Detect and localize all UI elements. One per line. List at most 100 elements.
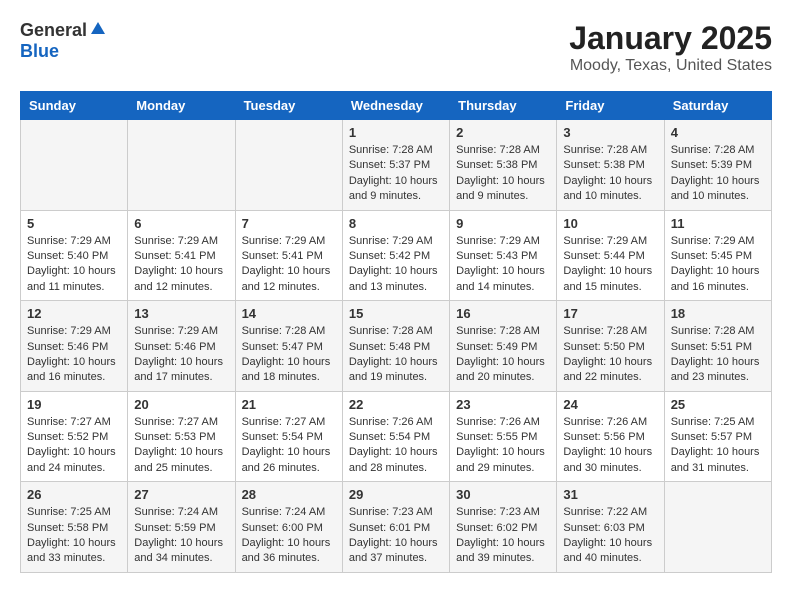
day-number: 5 [27, 216, 121, 231]
day-cell [664, 482, 771, 573]
day-cell: 17Sunrise: 7:28 AM Sunset: 5:50 PM Dayli… [557, 301, 664, 392]
weekday-header-wednesday: Wednesday [342, 92, 449, 120]
day-cell: 29 Sunrise: 7:23 AM Sunset: 6:01 PM Dayli… [342, 482, 449, 573]
day-number: 18 [671, 306, 765, 321]
day-number: 31 [563, 487, 657, 502]
day-cell: 9 Sunrise: 7:29 AM Sunset: 5:43 PM Daylig… [450, 210, 557, 301]
day-cell: 6Sunrise: 7:29 AM Sunset: 5:41 PM Daylig… [128, 210, 235, 301]
day-cell: 19 Sunrise: 7:27 AM Sunset: 5:52 PM Dayli… [21, 391, 128, 482]
weekday-header-tuesday: Tuesday [235, 92, 342, 120]
day-cell: 25Sunrise: 7:25 AM Sunset: 5:57 PM Dayli… [664, 391, 771, 482]
day-info: Sunrise: 7:29 AM Sunset: 5:41 PM Dayligh… [134, 234, 228, 296]
day-info: Sunrise: 7:27 AM Sunset: 5:52 PM Dayligh… [27, 415, 121, 477]
day-cell: 21Sunrise: 7:27 AM Sunset: 5:54 PM Dayli… [235, 391, 342, 482]
day-info: Sunrise: 7:29 AM Sunset: 5:40 PM Dayligh… [27, 234, 121, 296]
day-cell: 26 Sunrise: 7:25 AM Sunset: 5:58 PM Dayli… [21, 482, 128, 573]
calendar-table: SundayMondayTuesdayWednesdayThursdayFrid… [20, 91, 772, 573]
week-row-1: 1 Sunrise: 7:28 AM Sunset: 5:37 PM Daylig… [21, 120, 772, 211]
calendar-title: January 2025 [569, 20, 772, 57]
day-number: 19 [27, 397, 121, 412]
weekday-header-sunday: Sunday [21, 92, 128, 120]
day-info: Sunrise: 7:28 AM Sunset: 5:49 PM Dayligh… [456, 324, 550, 386]
day-info: Sunrise: 7:29 AM Sunset: 5:43 PM Dayligh… [456, 234, 550, 296]
day-cell: 5 Sunrise: 7:29 AM Sunset: 5:40 PM Daylig… [21, 210, 128, 301]
week-row-3: 12 Sunrise: 7:29 AM Sunset: 5:46 PM Dayli… [21, 301, 772, 392]
day-number: 2 [456, 125, 550, 140]
day-cell: 3 Sunrise: 7:28 AM Sunset: 5:38 PM Daylig… [557, 120, 664, 211]
day-info: Sunrise: 7:29 AM Sunset: 5:46 PM Dayligh… [27, 324, 121, 386]
day-number: 29 [349, 487, 443, 502]
day-number: 17 [563, 306, 657, 321]
day-cell: 27 Sunrise: 7:24 AM Sunset: 5:59 PM Dayli… [128, 482, 235, 573]
day-cell: 8 Sunrise: 7:29 AM Sunset: 5:42 PM Daylig… [342, 210, 449, 301]
day-info: Sunrise: 7:24 AM Sunset: 5:59 PM Dayligh… [134, 505, 228, 567]
weekday-header-saturday: Saturday [664, 92, 771, 120]
day-cell: 10 Sunrise: 7:29 AM Sunset: 5:44 PM Dayli… [557, 210, 664, 301]
day-cell: 28Sunrise: 7:24 AM Sunset: 6:00 PM Dayli… [235, 482, 342, 573]
day-number: 23 [456, 397, 550, 412]
day-info: Sunrise: 7:25 AM Sunset: 5:58 PM Dayligh… [27, 505, 121, 567]
day-info: Sunrise: 7:23 AM Sunset: 6:02 PM Dayligh… [456, 505, 550, 567]
day-number: 27 [134, 487, 228, 502]
day-number: 15 [349, 306, 443, 321]
day-info: Sunrise: 7:29 AM Sunset: 5:46 PM Dayligh… [134, 324, 228, 386]
day-info: Sunrise: 7:28 AM Sunset: 5:38 PM Dayligh… [563, 143, 657, 205]
title-block: January 2025 Moody, Texas, United States [569, 20, 772, 75]
day-cell: 30Sunrise: 7:23 AM Sunset: 6:02 PM Dayli… [450, 482, 557, 573]
day-cell: 4Sunrise: 7:28 AM Sunset: 5:39 PM Daylig… [664, 120, 771, 211]
week-row-4: 19 Sunrise: 7:27 AM Sunset: 5:52 PM Dayli… [21, 391, 772, 482]
weekday-header-row: SundayMondayTuesdayWednesdayThursdayFrid… [21, 92, 772, 120]
day-number: 1 [349, 125, 443, 140]
day-cell [235, 120, 342, 211]
day-info: Sunrise: 7:28 AM Sunset: 5:48 PM Dayligh… [349, 324, 443, 386]
day-info: Sunrise: 7:28 AM Sunset: 5:38 PM Dayligh… [456, 143, 550, 205]
day-number: 7 [242, 216, 336, 231]
day-number: 26 [27, 487, 121, 502]
day-info: Sunrise: 7:29 AM Sunset: 5:42 PM Dayligh… [349, 234, 443, 296]
day-cell: 2 Sunrise: 7:28 AM Sunset: 5:38 PM Daylig… [450, 120, 557, 211]
day-cell: 24 Sunrise: 7:26 AM Sunset: 5:56 PM Dayli… [557, 391, 664, 482]
day-number: 28 [242, 487, 336, 502]
day-number: 13 [134, 306, 228, 321]
day-cell: 13 Sunrise: 7:29 AM Sunset: 5:46 PM Dayli… [128, 301, 235, 392]
day-number: 10 [563, 216, 657, 231]
day-cell: 14 Sunrise: 7:28 AM Sunset: 5:47 PM Dayli… [235, 301, 342, 392]
day-number: 11 [671, 216, 765, 231]
day-info: Sunrise: 7:28 AM Sunset: 5:51 PM Dayligh… [671, 324, 765, 386]
day-cell: 7 Sunrise: 7:29 AM Sunset: 5:41 PM Daylig… [235, 210, 342, 301]
day-cell: 15 Sunrise: 7:28 AM Sunset: 5:48 PM Dayli… [342, 301, 449, 392]
weekday-header-thursday: Thursday [450, 92, 557, 120]
day-number: 20 [134, 397, 228, 412]
day-cell [128, 120, 235, 211]
week-row-5: 26 Sunrise: 7:25 AM Sunset: 5:58 PM Dayli… [21, 482, 772, 573]
day-info: Sunrise: 7:23 AM Sunset: 6:01 PM Dayligh… [349, 505, 443, 567]
day-info: Sunrise: 7:26 AM Sunset: 5:56 PM Dayligh… [563, 415, 657, 477]
day-info: Sunrise: 7:28 AM Sunset: 5:39 PM Dayligh… [671, 143, 765, 205]
day-cell: 18 Sunrise: 7:28 AM Sunset: 5:51 PM Dayli… [664, 301, 771, 392]
day-number: 9 [456, 216, 550, 231]
day-info: Sunrise: 7:26 AM Sunset: 5:54 PM Dayligh… [349, 415, 443, 477]
day-number: 25 [671, 397, 765, 412]
day-cell: 11Sunrise: 7:29 AM Sunset: 5:45 PM Dayli… [664, 210, 771, 301]
day-info: Sunrise: 7:22 AM Sunset: 6:03 PM Dayligh… [563, 505, 657, 567]
day-info: Sunrise: 7:28 AM Sunset: 5:37 PM Dayligh… [349, 143, 443, 205]
day-number: 22 [349, 397, 443, 412]
week-row-2: 5 Sunrise: 7:29 AM Sunset: 5:40 PM Daylig… [21, 210, 772, 301]
day-number: 14 [242, 306, 336, 321]
logo: General Blue [20, 20, 107, 62]
day-info: Sunrise: 7:29 AM Sunset: 5:41 PM Dayligh… [242, 234, 336, 296]
weekday-header-friday: Friday [557, 92, 664, 120]
calendar-subtitle: Moody, Texas, United States [569, 57, 772, 75]
day-cell: 31 Sunrise: 7:22 AM Sunset: 6:03 PM Dayli… [557, 482, 664, 573]
day-cell: 22 Sunrise: 7:26 AM Sunset: 5:54 PM Dayli… [342, 391, 449, 482]
day-info: Sunrise: 7:27 AM Sunset: 5:54 PM Dayligh… [242, 415, 336, 477]
day-number: 8 [349, 216, 443, 231]
day-info: Sunrise: 7:28 AM Sunset: 5:47 PM Dayligh… [242, 324, 336, 386]
day-cell: 1 Sunrise: 7:28 AM Sunset: 5:37 PM Daylig… [342, 120, 449, 211]
day-number: 3 [563, 125, 657, 140]
logo-blue-text: Blue [20, 41, 59, 62]
day-info: Sunrise: 7:29 AM Sunset: 5:44 PM Dayligh… [563, 234, 657, 296]
day-number: 24 [563, 397, 657, 412]
day-info: Sunrise: 7:26 AM Sunset: 5:55 PM Dayligh… [456, 415, 550, 477]
day-number: 12 [27, 306, 121, 321]
